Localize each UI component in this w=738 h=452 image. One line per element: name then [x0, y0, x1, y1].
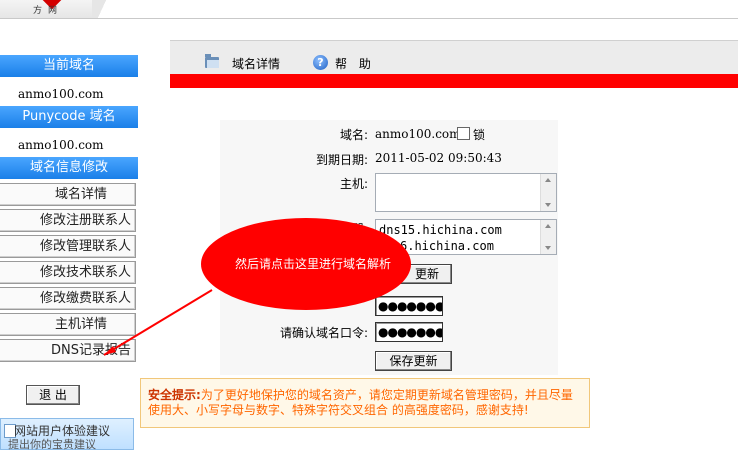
callout-text: 然后请点击这里进行域名解析 [234, 257, 391, 271]
security-notice-text: 安全提示:为了更好地保护您的域名资产，请您定期更新域名管理密码，并且尽量使用大、… [148, 388, 582, 418]
security-notice-body: 为了更好地保护您的域名资产，请您定期更新域名管理密码，并且尽量使用大、小写字母与… [148, 388, 573, 417]
security-notice-title: 安全提示: [148, 388, 201, 402]
